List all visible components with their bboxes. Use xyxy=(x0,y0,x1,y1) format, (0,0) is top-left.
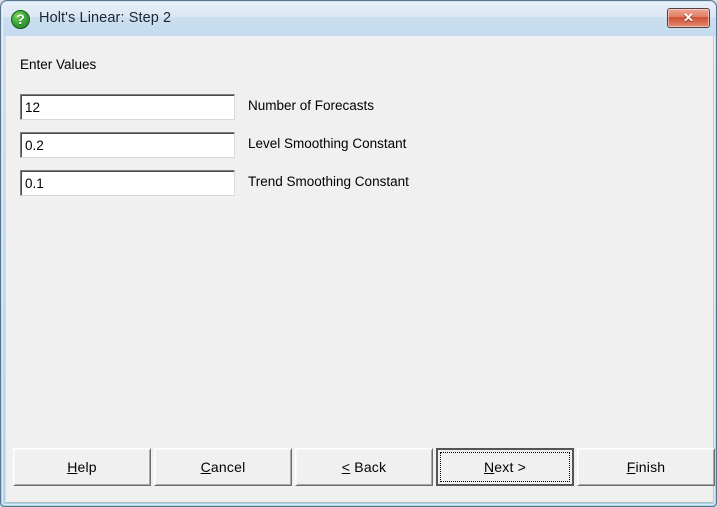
dialog-client-area: Enter Values Number of Forecasts Level S… xyxy=(5,36,715,503)
number-of-forecasts-label: Number of Forecasts xyxy=(248,98,375,113)
dialog-button-row: Help Cancel < Back Next > Finish xyxy=(6,448,715,496)
back-button[interactable]: < Back xyxy=(295,448,433,486)
title-bar[interactable]: ? Holt's Linear: Step 2 ✕ xyxy=(3,3,716,36)
close-icon: ✕ xyxy=(683,10,694,25)
cancel-accel-char: C xyxy=(200,459,211,475)
finish-rest-text: inish xyxy=(635,459,666,475)
next-accel-char: N xyxy=(483,459,495,475)
back-accel-char: < xyxy=(341,459,351,475)
dialog-window: ? Holt's Linear: Step 2 ✕ Enter Values N… xyxy=(0,0,717,507)
cancel-rest-text: ancel xyxy=(210,459,246,475)
trend-smoothing-constant-input[interactable] xyxy=(20,170,235,196)
help-button[interactable]: Help xyxy=(13,448,151,486)
next-rest-text: ext > xyxy=(494,459,527,475)
help-rest-text: elp xyxy=(77,459,97,475)
enter-values-label: Enter Values xyxy=(20,57,97,72)
cancel-button[interactable]: Cancel xyxy=(154,448,292,486)
close-button[interactable]: ✕ xyxy=(667,8,710,28)
level-smoothing-constant-input[interactable] xyxy=(20,132,235,158)
finish-button-label: Finish xyxy=(627,459,666,475)
number-of-forecasts-input[interactable] xyxy=(20,94,235,120)
help-accel-char: H xyxy=(67,459,78,475)
back-button-label: < Back xyxy=(342,459,386,475)
help-button-label: Help xyxy=(67,459,97,475)
finish-button[interactable]: Finish xyxy=(577,448,715,486)
trend-smoothing-constant-label: Trend Smoothing Constant xyxy=(248,174,409,189)
level-smoothing-constant-label: Level Smoothing Constant xyxy=(248,136,407,151)
window-title: Holt's Linear: Step 2 xyxy=(39,10,172,26)
green-question-mark-icon: ? xyxy=(11,10,30,29)
next-button[interactable]: Next > xyxy=(436,448,574,486)
next-button-label: Next > xyxy=(484,459,526,475)
back-rest-text: Back xyxy=(350,459,387,475)
cancel-button-label: Cancel xyxy=(201,459,246,475)
